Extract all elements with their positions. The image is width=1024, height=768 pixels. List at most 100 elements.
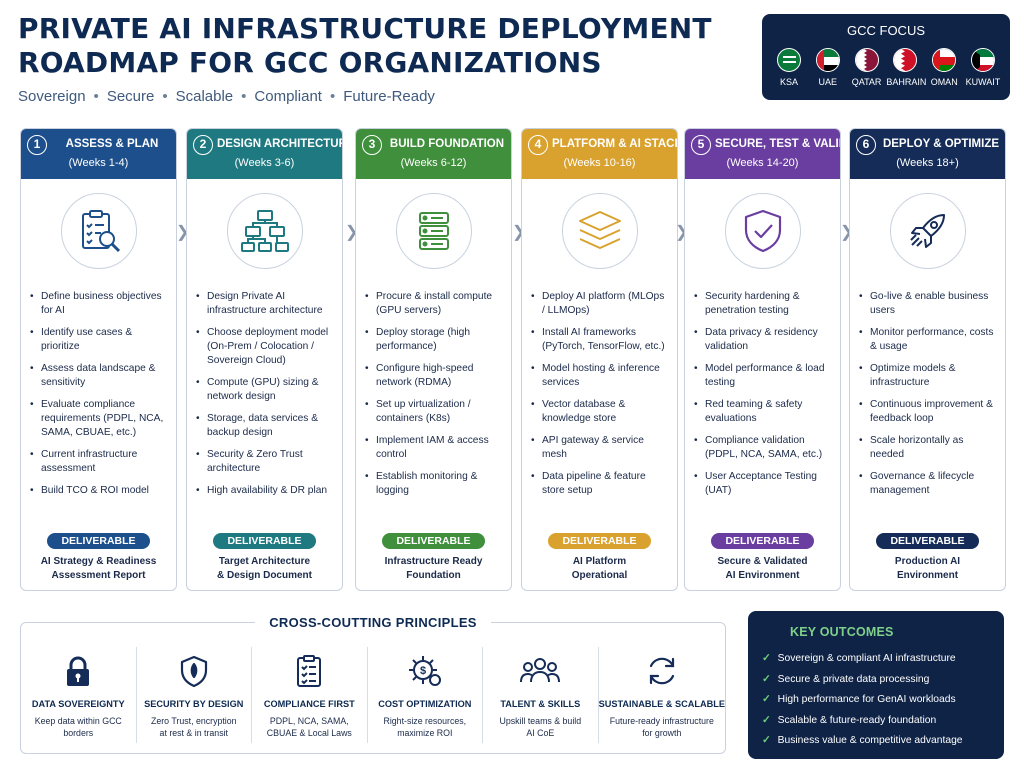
phase-task: Data pipeline & feature store setup xyxy=(530,470,669,498)
deliverable-badge: DELIVERABLE xyxy=(876,533,979,549)
key-outcomes-title: KEY OUTCOMES xyxy=(790,625,894,639)
phase-task: Establish monitoring & logging xyxy=(364,470,503,498)
phase-task: Deploy AI platform (MLOps / LLMOps) xyxy=(530,290,669,318)
deliverable-line: Environment xyxy=(896,570,959,581)
phase-task: Data privacy & residency validation xyxy=(693,326,832,354)
principle-desc: Zero Trust, encryption at rest & in tran… xyxy=(137,715,252,739)
tagline-separator: • xyxy=(93,88,99,105)
gcc-country-label: QATAR xyxy=(851,77,882,87)
deliverable-line: Assessment Report xyxy=(51,570,146,581)
principle-name: DATA SOVEREIGNTY xyxy=(31,699,125,709)
principle-desc-line: Future-ready infrastructure xyxy=(609,716,714,726)
phase-card-platform-ai-stack: 4 PLATFORM & AI STACK (Weeks 10-16) Depl… xyxy=(521,128,678,591)
deliverable-line: Operational xyxy=(571,570,628,581)
gcc-focus-panel: GCC FOCUS KSA UAE QATAR BAHRAIN OMAN KUW… xyxy=(762,14,1010,100)
phase-task: Security & Zero Trust architecture xyxy=(195,448,334,476)
phase-number: 2 xyxy=(193,135,213,155)
phase-task: Implement IAM & access control xyxy=(364,434,503,462)
principle-desc-line: borders xyxy=(63,728,94,738)
check-icon: ✓ xyxy=(762,694,771,705)
phase-task: Install AI frameworks (PyTorch, TensorFl… xyxy=(530,326,669,354)
outcome-item: ✓ High performance for GenAI workloads xyxy=(762,690,963,711)
principle-desc-line: at rest & in transit xyxy=(159,728,228,738)
principle-desc-line: maximize ROI xyxy=(397,728,453,738)
deliverable-line: AI Strategy & Readiness xyxy=(40,556,157,567)
shield-check-icon xyxy=(724,193,801,269)
phase-header: 3 BUILD FOUNDATION (Weeks 6-12) xyxy=(356,129,511,179)
phase-header: 4 PLATFORM & AI STACK (Weeks 10-16) xyxy=(522,129,677,179)
check-icon: ✓ xyxy=(762,673,771,685)
phase-task: Compute (GPU) sizing & network design xyxy=(195,376,334,404)
phase-weeks: (Weeks 6-12) xyxy=(400,157,467,169)
tagline-separator: • xyxy=(241,88,247,105)
phase-number: 3 xyxy=(362,135,382,155)
deliverable-line: AI Platform xyxy=(572,556,627,567)
phase-number: 1 xyxy=(27,135,47,155)
phase-task: Model hosting & inference services xyxy=(530,362,669,390)
phase-task-list: Define business objectives for AI Identi… xyxy=(29,290,168,498)
gcc-country-kuwait: KUWAIT xyxy=(964,48,1002,87)
phase-task: Compliance validation (PDPL, NCA, SAMA, … xyxy=(693,434,832,462)
check-icon: ✓ xyxy=(762,653,771,664)
deliverable-text: AI Strategy & Readiness Assessment Repor… xyxy=(21,555,176,583)
principle-sustainable-scalable: SUSTAINABLE & SCALABLE Future-ready infr… xyxy=(597,647,725,743)
tagline-separator: • xyxy=(329,88,336,105)
gcc-country-label: UAE xyxy=(818,77,838,87)
phase-task: Choose deployment model (On-Prem / Coloc… xyxy=(195,326,334,368)
principle-security-by-design: SECURITY BY DESIGN Zero Trust, encryptio… xyxy=(135,647,252,743)
phase-task: Model performance & load testing xyxy=(693,362,832,390)
phase-deliverable: DELIVERABLE Infrastructure Ready Foundat… xyxy=(356,531,511,583)
shield-icon xyxy=(137,651,252,691)
phase-deliverable: DELIVERABLE AI Platform Operational xyxy=(522,531,677,583)
deliverable-badge: DELIVERABLE xyxy=(548,533,651,549)
gcc-country-qatar: QATAR xyxy=(848,48,886,87)
rocket-icon xyxy=(889,193,966,269)
principle-desc-line: for growth xyxy=(642,728,682,738)
svg-text:$: $ xyxy=(420,665,426,677)
deliverable-line: AI Environment xyxy=(725,570,800,581)
phase-title: BUILD FOUNDATION xyxy=(389,138,505,150)
phase-task: User Acceptance Testing (UAT) xyxy=(693,470,832,498)
deliverable-line: Target Architecture xyxy=(218,556,311,567)
principle-name: COMPLIANCE FIRST xyxy=(263,699,355,709)
principle-desc-line: Zero Trust, encryption xyxy=(150,716,237,726)
phase-header: 1 ASSESS & PLAN (Weeks 1-4) xyxy=(21,129,176,179)
outcome-item: ✓ Sovereign & compliant AI infrastructure xyxy=(762,649,963,670)
layers-icon xyxy=(561,193,638,269)
refresh-icon xyxy=(599,651,725,691)
phase-header: 6 DEPLOY & OPTIMIZE (Weeks 18+) xyxy=(850,129,1005,179)
phase-task: Current infrastructure assessment xyxy=(29,448,168,476)
oman-flag-icon xyxy=(932,48,957,72)
deliverable-text: Infrastructure Ready Foundation xyxy=(356,555,511,583)
phase-deliverable: DELIVERABLE Target Architecture & Design… xyxy=(187,531,342,583)
bahrain-flag-icon xyxy=(893,48,918,72)
phase-weeks: (Weeks 3-6) xyxy=(234,157,295,169)
phase-task: Evaluate compliance requirements (PDPL, … xyxy=(29,398,168,440)
deliverable-line: Foundation xyxy=(406,570,461,581)
phase-card-secure-test-validate: 5 SECURE, TEST & VALIDATE (Weeks 14-20) … xyxy=(684,128,841,591)
deliverable-text: AI Platform Operational xyxy=(522,555,677,583)
principle-desc-line: AI CoE xyxy=(526,728,555,738)
principle-desc-line: Upskill teams & build xyxy=(499,716,582,726)
principle-desc: Right-size resources, maximize ROI xyxy=(368,715,483,739)
outcome-text: High performance for GenAI workloads xyxy=(777,694,956,705)
gcc-flags: KSA UAE QATAR BAHRAIN OMAN KUWAIT xyxy=(770,48,1002,87)
clipboard-search-icon xyxy=(60,193,137,269)
key-outcomes-list: ✓ Sovereign & compliant AI infrastructure… xyxy=(762,649,963,752)
principle-name: TALENT & SKILLS xyxy=(500,699,581,709)
principle-cost-optimization: $ COST OPTIMIZATION Right-size resources… xyxy=(366,647,483,743)
gcc-focus-title: GCC FOCUS xyxy=(847,23,925,38)
principle-data-sovereignty: DATA SOVEREIGNTY Keep data within GCC bo… xyxy=(21,647,136,743)
phase-task: Security hardening & penetration testing xyxy=(693,290,832,318)
phase-weeks: (Weeks 1-4) xyxy=(68,157,129,169)
phase-card-design-architecture: 2 DESIGN ARCHITECTURE (Weeks 3-6) Design… xyxy=(186,128,343,591)
gear-dollar-icon: $ xyxy=(368,651,483,691)
principle-desc: Upskill teams & build AI CoE xyxy=(483,715,598,739)
phase-task: Configure high-speed network (RDMA) xyxy=(364,362,503,390)
phase-title: DEPLOY & OPTIMIZE xyxy=(882,138,1000,150)
gcc-country-label: KSA xyxy=(779,77,798,87)
cross-cutting-title: CROSS-COUTTING PRINCIPLES xyxy=(21,614,725,632)
uae-flag-icon xyxy=(815,48,840,72)
phase-card-assess-plan: 1 ASSESS & PLAN (Weeks 1-4) Define busin… xyxy=(20,128,177,591)
phase-task: Scale horizontally as needed xyxy=(858,434,997,462)
